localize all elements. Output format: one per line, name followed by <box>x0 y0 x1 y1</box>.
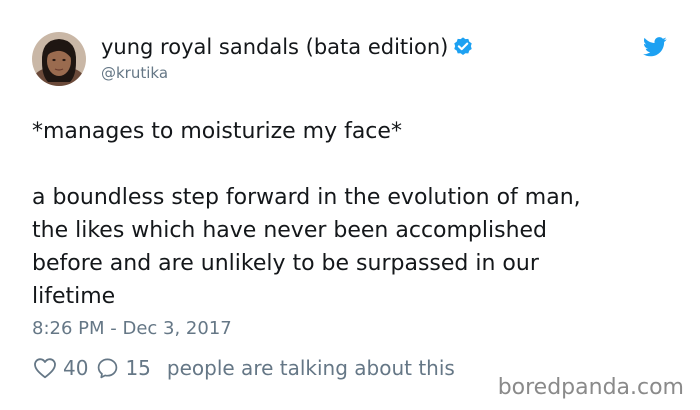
watermark: boredpanda.com <box>497 375 684 400</box>
reply-bubble-icon[interactable] <box>96 357 119 380</box>
author-name-row: yung royal sandals (bata edition) <box>101 33 474 61</box>
tweet-timestamp[interactable]: 8:26 PM - Dec 3, 2017 <box>32 317 232 341</box>
talking-about-text[interactable]: people are talking about this <box>167 355 455 381</box>
tweet-text-line: lifetime <box>32 284 116 309</box>
tweet-text: *manages to moisturize my face* a boundl… <box>32 115 662 313</box>
author-handle[interactable]: @krutika <box>101 64 168 82</box>
replies-count[interactable]: 15 <box>125 355 150 381</box>
twitter-bird-icon[interactable] <box>643 36 667 58</box>
avatar[interactable] <box>32 32 86 86</box>
tweet-text-line: before and are unlikely to be surpassed … <box>32 251 539 276</box>
tweet-text-line: *manages to moisturize my face* <box>32 119 402 144</box>
author-display-name[interactable]: yung royal sandals (bata edition) <box>101 35 448 59</box>
likes-count[interactable]: 40 <box>63 355 88 381</box>
tweet-card: yung royal sandals (bata edition) @kruti… <box>0 0 700 410</box>
avatar-photo <box>32 32 86 86</box>
tweet-actions: 40 15 people are talking about this <box>33 355 455 381</box>
verified-badge-icon <box>452 36 474 58</box>
tweet-text-line: a boundless step forward in the evolutio… <box>32 185 581 210</box>
heart-icon[interactable] <box>33 357 57 379</box>
tweet-text-line: the likes which have never been accompli… <box>32 218 548 243</box>
